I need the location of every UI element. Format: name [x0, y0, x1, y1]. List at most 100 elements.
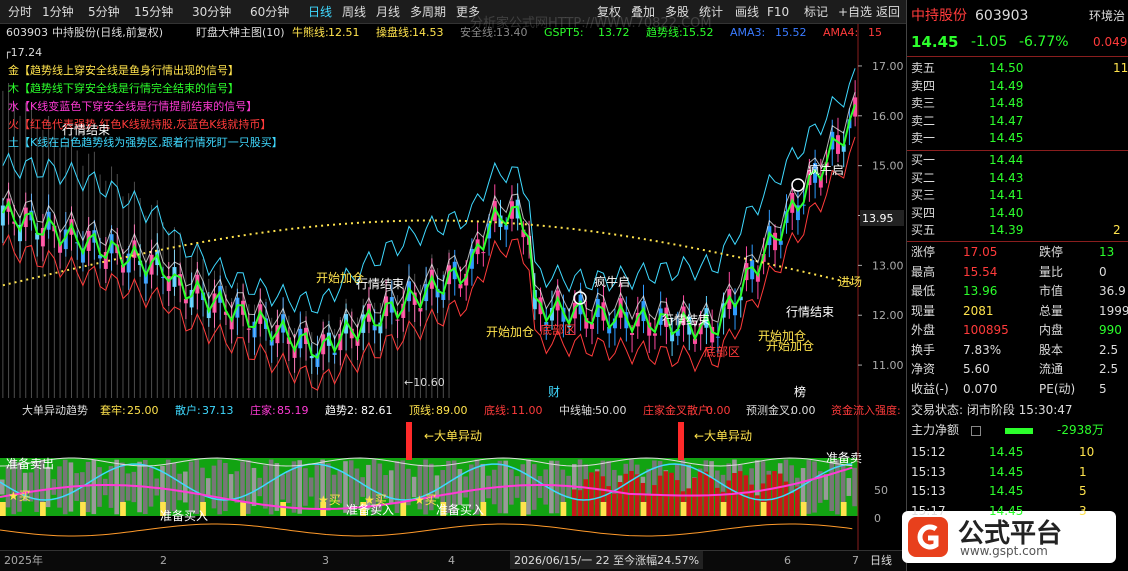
stat-row-5-v1: 7.83%	[963, 342, 1002, 357]
grey-bar	[211, 465, 217, 509]
toolbar-action-8[interactable]: 返回	[876, 0, 900, 24]
stat-row-1-v1: 15.54	[963, 264, 998, 279]
toolbar-action-5[interactable]: F10	[767, 0, 789, 24]
red-bar	[777, 473, 783, 516]
grey-bar	[131, 471, 137, 503]
period-tab-8[interactable]: 月线	[376, 0, 400, 24]
grey-bar	[217, 459, 222, 515]
stat-row-3-l1: 现量	[911, 303, 936, 318]
period-tab-2[interactable]: 5分钟	[88, 0, 120, 24]
period-tab-7[interactable]: 周线	[342, 0, 366, 24]
grey-bar	[308, 477, 314, 497]
ask-row-0-label: 卖五	[911, 61, 936, 75]
period-tab-1[interactable]: 1分钟	[42, 0, 74, 24]
period-tab-5[interactable]: 60分钟	[250, 0, 289, 24]
tick-row-0-vol: 10	[1079, 445, 1095, 459]
red-bar	[572, 489, 577, 516]
red-bar	[612, 493, 617, 516]
red-bar	[594, 471, 600, 516]
stat-row-6-v2: 2.5	[1099, 362, 1119, 376]
stat-row-4-l1: 外盘	[911, 323, 936, 337]
grey-bar	[171, 462, 177, 512]
period-tab-3[interactable]: 15分钟	[134, 0, 173, 24]
grid-icon[interactable]	[971, 426, 981, 436]
grey-bar	[223, 462, 228, 512]
price-tick-6: 11.00	[872, 359, 904, 372]
yellow-bar	[40, 502, 46, 516]
chart-annotation-7: 行情结束	[662, 313, 710, 327]
price-tick-1: 16.00	[872, 110, 904, 123]
red-bar	[623, 473, 629, 516]
grey-bar	[394, 461, 400, 513]
date-info: 2026/06/15/一 22 至今涨幅24.57%	[510, 551, 704, 569]
stat-row-5-v2: 2.5	[1099, 342, 1119, 357]
sub-metric-value-2: 85.19	[277, 404, 309, 417]
big-order-bar-2	[678, 422, 684, 460]
grey-bar	[205, 478, 211, 496]
stat-row-5-l2: 股本	[1039, 342, 1064, 357]
metric-label-6: AMA4:	[823, 26, 859, 39]
red-bar	[577, 490, 583, 516]
toolbar-action-6[interactable]: 标记	[804, 0, 828, 24]
divider	[907, 241, 1128, 242]
stat-row-1-l1: 最高	[911, 264, 936, 279]
red-bar	[766, 474, 772, 516]
metric-label-1: 操盘线:	[376, 26, 413, 39]
bid-row-0-price: 14.44	[989, 153, 1024, 167]
tick-row-3-time: 15:17	[911, 503, 946, 518]
yellow-bar	[280, 502, 286, 516]
stat-row-1-v2: 0	[1099, 264, 1107, 279]
sub-metric-label-9: 资金流入强度:	[831, 404, 901, 417]
grey-bar	[102, 478, 108, 496]
yellow-bar	[80, 502, 86, 516]
sub-indicator-title: 大单异动趋势 套牢: 25.00 散户: 37.13 庄家: 85.19 趋势2: 82.61 顶…	[0, 402, 906, 418]
sub-label-10: ★买	[414, 493, 437, 507]
yellow-bar	[0, 502, 6, 516]
grey-bar	[554, 460, 560, 514]
stat-row-2-v1: 13.96	[963, 284, 998, 298]
grey-bar	[200, 467, 205, 507]
tick-row-1-time: 15:13	[911, 464, 946, 479]
bottom-curve	[0, 523, 853, 537]
chart-annotation-0: 行情结束	[62, 123, 110, 137]
stat-row-3-v1: 2081	[963, 303, 994, 318]
red-bar	[749, 484, 754, 516]
legend-line-2: 水【K线变蓝色下穿安全线是行情提前结束的信号】	[8, 99, 257, 113]
stat-row-2-v2: 36.9	[1099, 284, 1126, 298]
metric-label-0: 牛熊线:	[292, 26, 329, 39]
stat-row-7-v1: 0.070	[963, 381, 998, 396]
bid-row-1-price: 14.43	[989, 170, 1024, 185]
red-bar	[697, 471, 703, 516]
tick-row-3-vol: 3	[1079, 503, 1087, 518]
yellow-bar	[640, 502, 647, 516]
stat-row-1-l2: 量比	[1039, 264, 1064, 279]
sub-metric-label-8: 预测金叉:	[746, 404, 794, 417]
grey-bar	[177, 473, 182, 501]
tick-row-3-price: 14.45	[989, 503, 1024, 518]
ask-row-1-price: 14.49	[989, 78, 1024, 93]
red-bar	[703, 471, 709, 516]
toolbar-action-4[interactable]: 画线	[735, 0, 759, 24]
sub-label-8: ★买	[318, 493, 341, 507]
period-tab-9[interactable]: 多周期	[410, 0, 446, 24]
chart-annotation-2: 行情结束	[356, 277, 404, 291]
month-label-2: 4	[448, 554, 455, 567]
yellow-bar	[520, 502, 527, 516]
period-tab-0[interactable]: 分时	[8, 0, 32, 24]
stat-row-4-l2: 内盘	[1039, 323, 1064, 337]
toolbar-action-7[interactable]: +自选	[838, 0, 872, 24]
grey-bar	[537, 476, 543, 498]
sector-label: 环境治	[1089, 9, 1126, 23]
period-tab-6[interactable]: 日线	[308, 0, 332, 24]
stock-code: 603903	[975, 8, 1029, 24]
grey-bar	[297, 460, 303, 514]
sub-label-2: 准备卖出	[6, 457, 54, 471]
period-tab-4[interactable]: 30分钟	[192, 0, 231, 24]
yellow-bar	[240, 502, 246, 516]
sub-indicator-chart[interactable]: ←大单异动 ←大单异动准备卖出 准备卖准备买入 准备买入 准备买入★买 ★买 ★买 ★买500	[0, 402, 906, 550]
stat-row-0-v1: 17.05	[963, 245, 998, 259]
kline-chart[interactable]: 17.0016.0015.0014.0013.0012.0011.0013.95…	[0, 24, 906, 404]
stat-row-6-v1: 5.60	[963, 362, 990, 376]
ask-row-2-price: 14.48	[989, 96, 1024, 110]
period-toolbar: 分时 1分钟 5分钟 15分钟 30分钟 60分钟 日线 周线 月线 多周期 更多 复权 叠加 多股 统计画…	[0, 0, 906, 24]
